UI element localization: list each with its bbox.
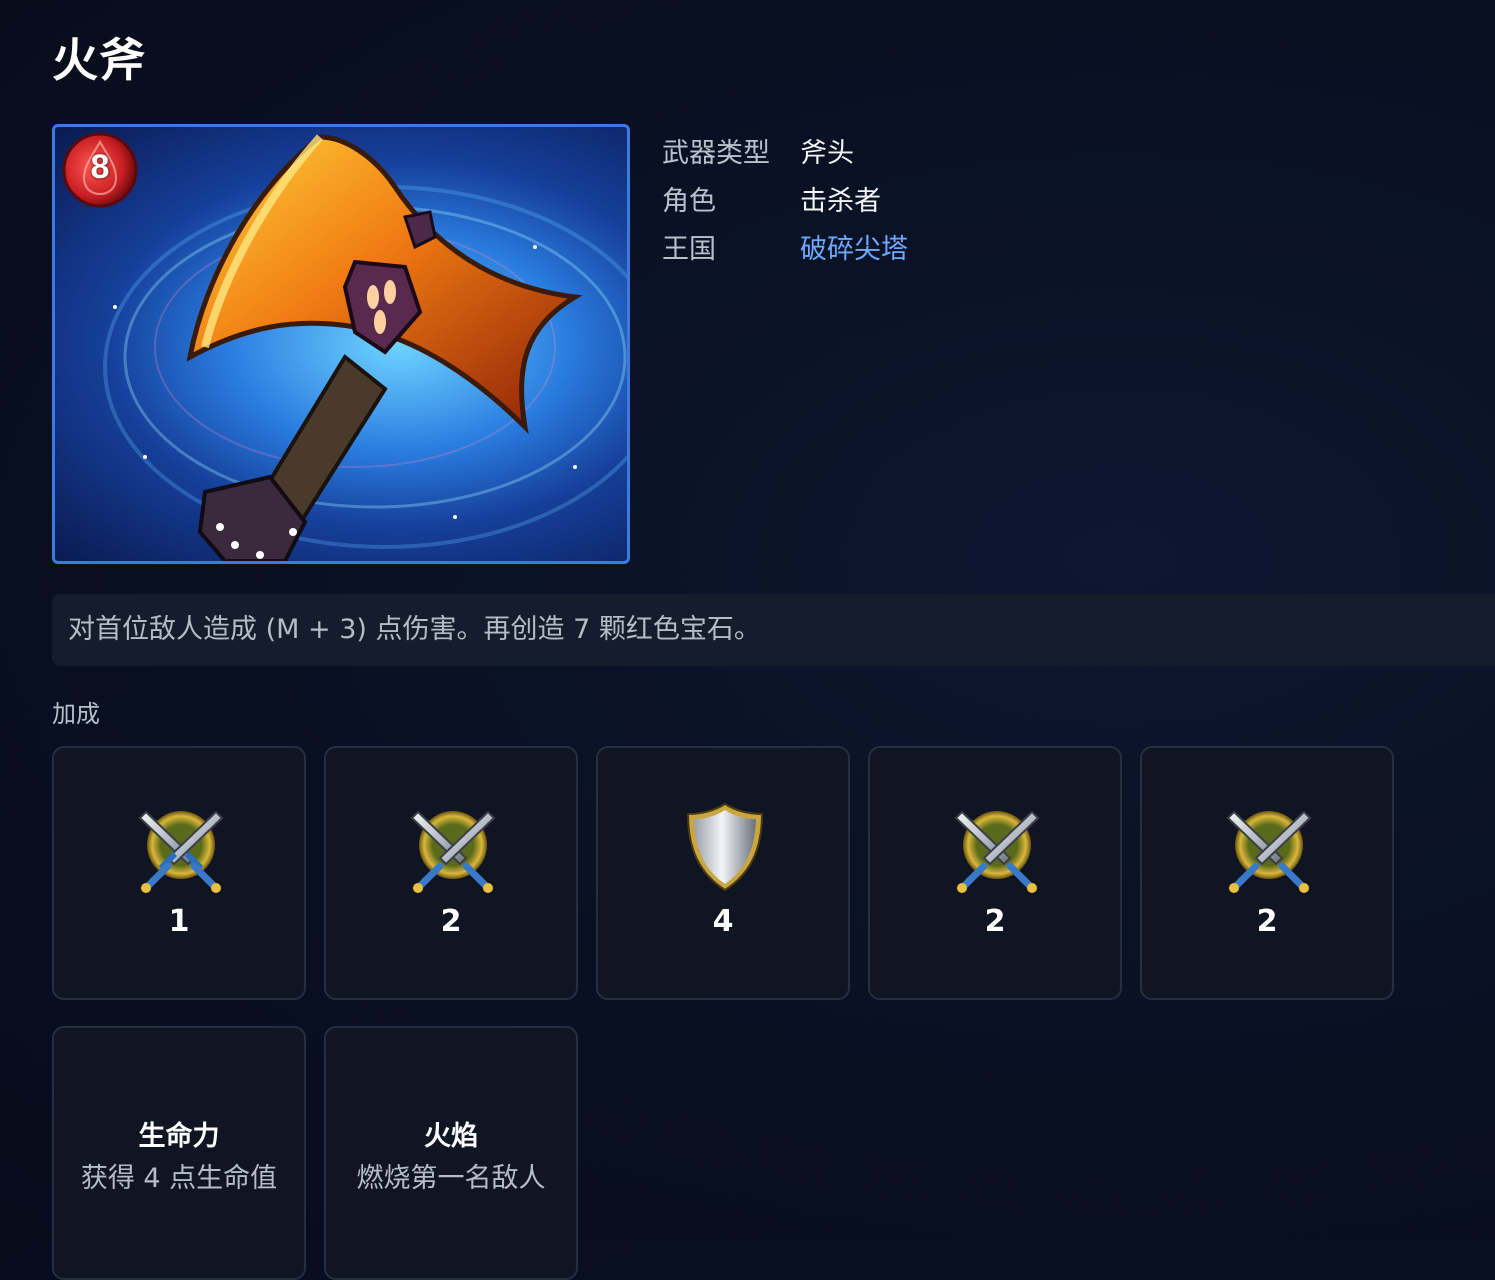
bonus-value: 2 [984, 904, 1006, 939]
property-value: 斧头 [800, 137, 854, 169]
kingdom-link[interactable]: 破碎尖塔 [800, 227, 908, 266]
bonus-value: 1 [168, 904, 190, 939]
property-value: 击杀者 [800, 185, 881, 217]
bonus-card: 1 [52, 746, 306, 1000]
trait-card-vitality: 生命力 获得 4 点生命值 [52, 1026, 306, 1280]
trait-name: 火焰 [424, 1121, 478, 1152]
bonus-value: 4 [712, 904, 734, 939]
property-key: 王国 [662, 233, 716, 265]
crossed-swords-icon [1222, 800, 1316, 894]
property-key: 角色 [662, 185, 716, 217]
weapon-properties: 武器类型 斧头 角色 击杀者 王国 破碎尖塔 [662, 126, 908, 270]
cost-badge: 8 [62, 132, 138, 208]
property-role: 角色 击杀者 [662, 174, 908, 222]
property-weapon-type: 武器类型 斧头 [662, 126, 908, 174]
weapon-artwork [52, 124, 630, 564]
bonus-card: 2 [1140, 746, 1394, 1000]
crossed-swords-icon [406, 800, 500, 894]
bonus-value: 2 [1256, 904, 1278, 939]
bonus-card: 2 [324, 746, 578, 1000]
crossed-swords-icon [950, 800, 1044, 894]
bonuses-heading: 加成 [52, 700, 100, 728]
trait-description: 燃烧第一名敌人 [356, 1163, 546, 1194]
crossed-swords-icon [134, 800, 228, 894]
property-key: 武器类型 [662, 137, 770, 169]
trait-description: 获得 4 点生命值 [80, 1163, 278, 1194]
bonus-value: 2 [440, 904, 462, 939]
fire-axe-art-icon [103, 134, 627, 561]
weapon-title: 火斧 [52, 33, 146, 87]
bonus-card: 4 [596, 746, 850, 1000]
property-kingdom: 王国 破碎尖塔 [662, 222, 908, 270]
trait-name: 生命力 [138, 1121, 220, 1152]
weapon-description: 对首位敌人造成 (M + 3) 点伤害。再创造 7 颗红色宝石。 [52, 594, 1495, 666]
trait-card-fire: 火焰 燃烧第一名敌人 [324, 1026, 578, 1280]
shield-icon [678, 800, 772, 894]
cost-value: 8 [90, 148, 110, 186]
bonus-card: 2 [868, 746, 1122, 1000]
